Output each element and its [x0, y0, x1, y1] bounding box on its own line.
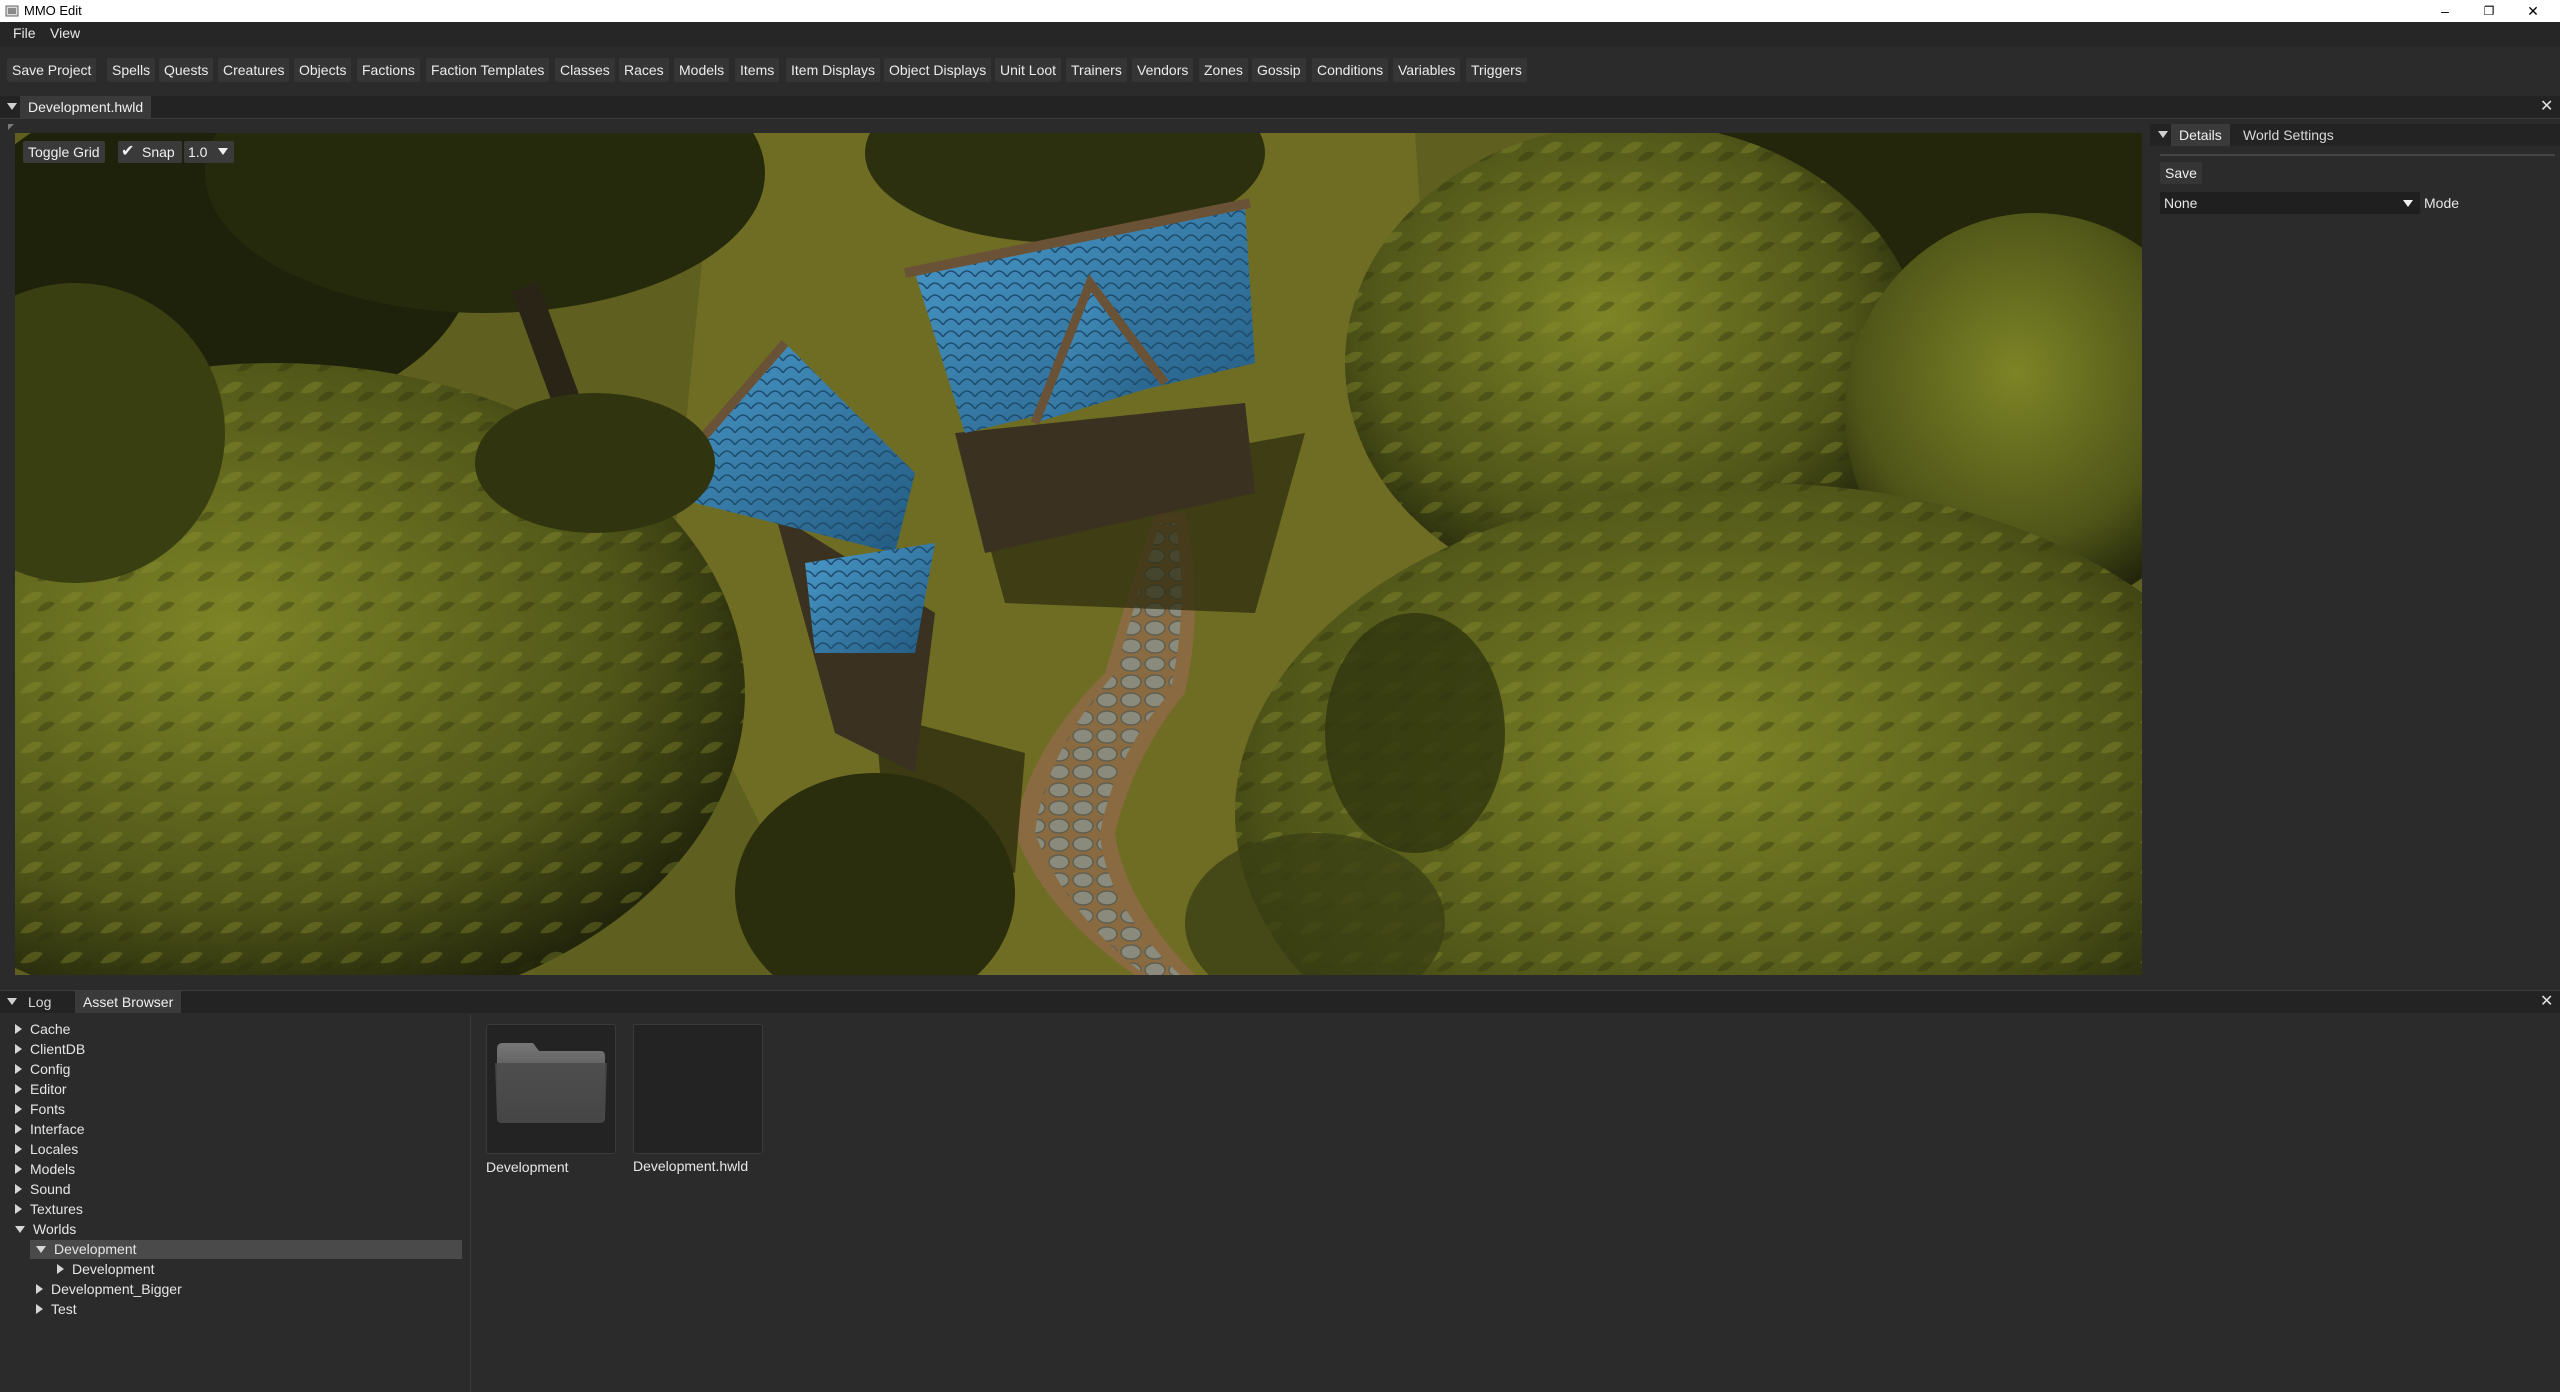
tree-item-development-bigger[interactable]: Development_Bigger — [36, 1280, 182, 1299]
factions-button[interactable]: Factions — [357, 58, 420, 82]
asset-development-hwld[interactable] — [633, 1024, 763, 1154]
triggers-button[interactable]: Triggers — [1466, 58, 1527, 82]
chevron-down-icon — [218, 148, 228, 155]
dock-menu-icon[interactable] — [7, 103, 17, 110]
tab-details[interactable]: Details — [2171, 124, 2230, 146]
spells-button[interactable]: Spells — [107, 58, 156, 82]
menu-view[interactable]: View — [50, 25, 80, 41]
folder-icon — [495, 1043, 607, 1123]
details-panel: Details World Settings Save None Mode — [2150, 124, 2560, 982]
expand-icon — [15, 1064, 22, 1075]
creatures-button[interactable]: Creatures — [218, 58, 290, 82]
tree-item-worlds[interactable]: Worlds — [15, 1220, 76, 1239]
scene-viewport[interactable]: Toggle Grid ✔ Snap 1.0 — [15, 133, 2142, 975]
vendors-button[interactable]: Vendors — [1132, 58, 1194, 82]
tree-item-test[interactable]: Test — [36, 1300, 77, 1319]
expand-icon — [36, 1284, 43, 1295]
window-title: MMO Edit — [24, 3, 82, 18]
tree-item-textures[interactable]: Textures — [15, 1200, 83, 1219]
tree-item-sound[interactable]: Sound — [15, 1180, 70, 1199]
expand-icon — [15, 1164, 22, 1175]
tree-item-config[interactable]: Config — [15, 1060, 70, 1079]
chevron-down-icon — [2403, 200, 2413, 207]
minimize-button[interactable]: – — [2422, 0, 2468, 22]
asset-label: Development — [486, 1159, 569, 1175]
tree-item-clientdb[interactable]: ClientDB — [15, 1040, 85, 1059]
menu-file[interactable]: File — [13, 25, 36, 41]
expand-icon — [15, 1184, 22, 1195]
trainers-button[interactable]: Trainers — [1066, 58, 1127, 82]
expand-icon — [15, 1104, 22, 1115]
dock-menu-icon[interactable] — [7, 998, 17, 1005]
asset-folder-tree: Cache ClientDB Config Editor Fonts Inter… — [0, 1014, 468, 1392]
tree-item-editor[interactable]: Editor — [15, 1080, 67, 1099]
editor-toolbar: Save Project Spells Quests Creatures Obj… — [0, 46, 2560, 96]
resize-grip-icon[interactable] — [8, 124, 14, 130]
close-icon[interactable]: ✕ — [2540, 99, 2553, 115]
close-icon[interactable]: ✕ — [2540, 994, 2553, 1010]
snap-label: Snap — [142, 144, 175, 160]
expand-icon — [15, 1144, 22, 1155]
tree-item-development-child[interactable]: Development — [57, 1260, 155, 1279]
menu-bar: File View — [0, 22, 2560, 46]
tree-item-fonts[interactable]: Fonts — [15, 1100, 65, 1119]
races-button[interactable]: Races — [619, 58, 669, 82]
asset-label: Development.hwld — [633, 1158, 749, 1174]
snap-size-dropdown[interactable]: 1.0 — [184, 141, 234, 163]
unit-loot-button[interactable]: Unit Loot — [995, 58, 1062, 82]
expand-icon — [36, 1304, 43, 1315]
models-button[interactable]: Models — [674, 58, 730, 82]
checkmark-icon: ✔ — [121, 143, 135, 160]
expand-icon — [15, 1204, 22, 1215]
tree-item-models[interactable]: Models — [15, 1160, 75, 1179]
objects-button[interactable]: Objects — [294, 58, 352, 82]
variables-button[interactable]: Variables — [1393, 58, 1461, 82]
save-button[interactable]: Save — [2160, 162, 2202, 184]
collapse-icon — [36, 1245, 46, 1253]
expand-icon — [57, 1264, 64, 1275]
document-tab-strip: Development.hwld ✕ — [0, 96, 2560, 119]
items-button[interactable]: Items — [735, 58, 780, 82]
mode-dropdown[interactable]: None — [2160, 192, 2420, 214]
quests-button[interactable]: Quests — [159, 58, 214, 82]
divider — [2160, 154, 2555, 156]
viewport-splitter[interactable] — [2142, 133, 2150, 975]
expand-icon — [15, 1044, 22, 1055]
classes-button[interactable]: Classes — [555, 58, 615, 82]
restore-button[interactable]: ❐ — [2466, 0, 2512, 22]
expand-icon — [15, 1024, 22, 1035]
conditions-button[interactable]: Conditions — [1312, 58, 1389, 82]
toggle-grid-button[interactable]: Toggle Grid — [23, 141, 105, 163]
item-displays-button[interactable]: Item Displays — [786, 58, 881, 82]
snap-size-value: 1.0 — [188, 144, 208, 160]
gossip-button[interactable]: Gossip — [1252, 58, 1306, 82]
object-displays-button[interactable]: Object Displays — [884, 58, 992, 82]
expand-icon — [15, 1084, 22, 1095]
close-window-button[interactable]: ✕ — [2510, 0, 2556, 22]
tab-development-hwld[interactable]: Development.hwld — [20, 96, 152, 118]
tree-item-locales[interactable]: Locales — [15, 1140, 78, 1159]
asset-browser: Development Development.hwld — [470, 1014, 2560, 1392]
mode-label: Mode — [2424, 195, 2460, 211]
collapse-icon — [15, 1225, 25, 1233]
bottom-tab-strip: Log Asset Browser ✕ — [0, 990, 2560, 1013]
scene-render — [15, 133, 2142, 975]
tab-asset-browser[interactable]: Asset Browser — [75, 991, 182, 1013]
snap-checkbox[interactable]: ✔ Snap — [118, 141, 182, 163]
title-bar: MMO Edit – ❐ ✕ — [0, 0, 2560, 22]
tree-item-cache[interactable]: Cache — [15, 1020, 70, 1039]
save-project-button[interactable]: Save Project — [7, 58, 97, 82]
app-icon — [5, 5, 19, 17]
dock-menu-icon[interactable] — [2158, 131, 2168, 138]
zones-button[interactable]: Zones — [1199, 58, 1248, 82]
faction-templates-button[interactable]: Faction Templates — [426, 58, 550, 82]
tab-log[interactable]: Log — [20, 991, 59, 1013]
tab-world-settings[interactable]: World Settings — [2235, 124, 2342, 146]
tree-item-interface[interactable]: Interface — [15, 1120, 84, 1139]
asset-development-folder[interactable] — [486, 1024, 616, 1154]
expand-icon — [15, 1124, 22, 1135]
mode-value: None — [2164, 195, 2198, 211]
tree-item-development-selected[interactable]: Development — [30, 1240, 462, 1259]
details-tab-strip: Details World Settings — [2150, 124, 2560, 146]
